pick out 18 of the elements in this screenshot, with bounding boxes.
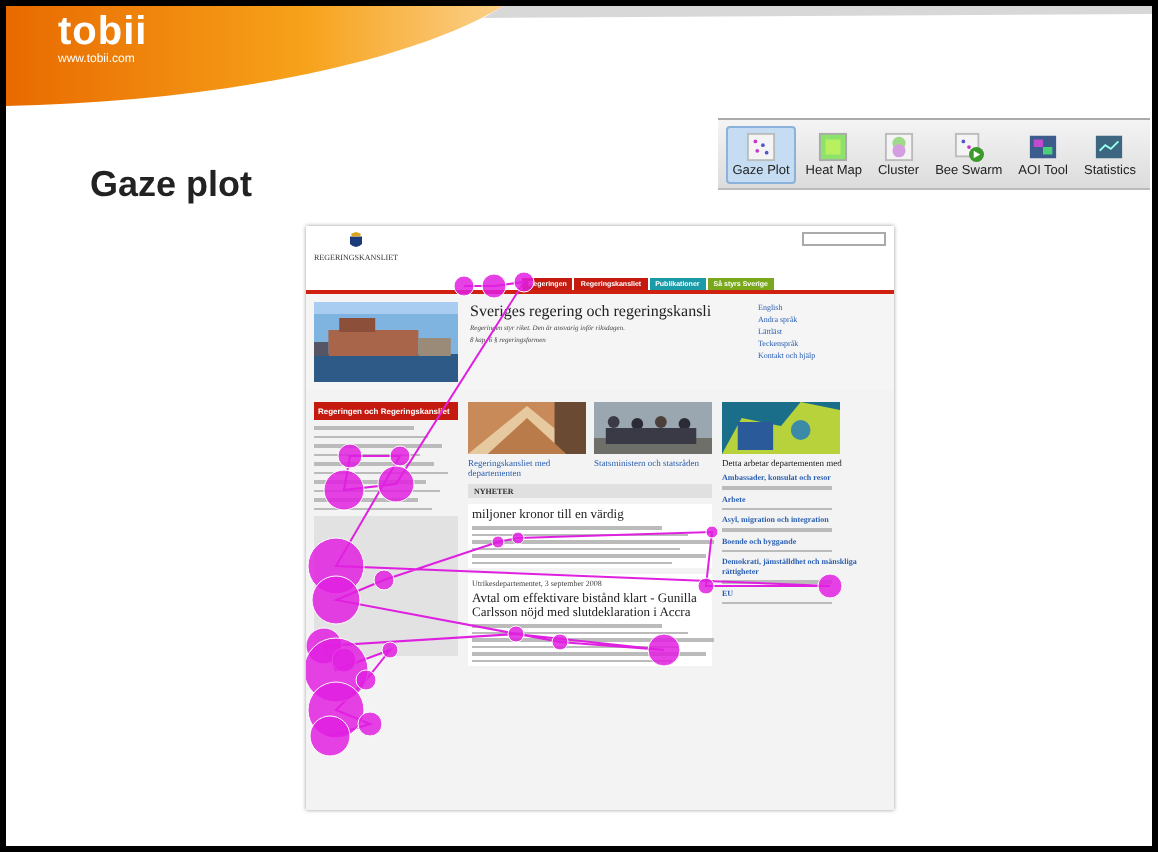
fixation-circle <box>381 641 399 659</box>
slide-title: Gaze plot <box>90 162 253 206</box>
search-field[interactable] <box>802 232 886 246</box>
chart-icon <box>1094 131 1125 161</box>
fixation-circle <box>817 573 843 599</box>
fixation-circle <box>311 575 361 625</box>
scatter-icon <box>746 131 776 161</box>
fixation-circle <box>373 569 395 591</box>
fixation-circle <box>507 625 525 643</box>
fixation-circle <box>551 633 569 651</box>
fixation-circle <box>491 535 505 549</box>
fixation-circle <box>511 531 525 545</box>
image-icon <box>818 131 849 161</box>
image-icon <box>883 131 914 161</box>
image-icon <box>1028 131 1059 161</box>
tobii-logo: tobii <box>58 12 148 52</box>
scatter-icon <box>953 131 984 161</box>
crest-icon <box>348 232 364 250</box>
